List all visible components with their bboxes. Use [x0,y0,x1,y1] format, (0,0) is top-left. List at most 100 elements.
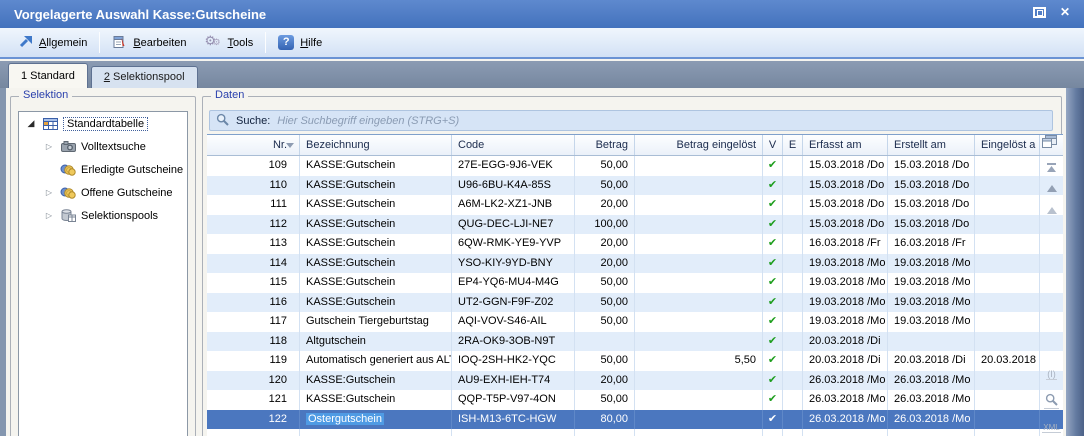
allgemein-button[interactable]: Allgemein [10,32,96,54]
column-chooser-button[interactable] [1040,135,1062,155]
tab-standard[interactable]: 1 Standard [8,63,88,88]
cell-verbucht[interactable]: ✔ [763,293,783,313]
cell-verbucht[interactable]: ✔ [763,195,783,215]
cell-code[interactable]: QUG-DEC-LJI-NE7 [452,215,575,235]
cell-betrag-eingeloest[interactable] [635,293,763,313]
cell-verbucht[interactable]: ✔ [763,332,783,352]
cell-betrag[interactable]: 80,00 [575,410,635,430]
cell-bezeichnung[interactable]: KASSE:Gutschein [300,371,452,391]
cell-betrag[interactable]: 50,00 [575,273,635,293]
cell-e[interactable] [783,332,803,352]
cell-code[interactable]: 6QW-RMK-YE9-YVP [452,234,575,254]
cell-nr[interactable]: 109 [207,156,300,176]
cell-nr[interactable]: 116 [207,293,300,313]
cell-code[interactable]: QQP-T5P-V97-4ON [452,390,575,410]
cell-erfasst-am[interactable]: 19.03.2018 /Mo [803,312,888,332]
cell-erstellt-am[interactable] [888,332,975,352]
column-header-betrag-eingeloest[interactable]: Betrag eingelöst [635,135,763,155]
cell-nr[interactable]: 114 [207,254,300,274]
cell-betrag-eingeloest[interactable] [635,332,763,352]
cell-e[interactable] [783,293,803,313]
cell-bezeichnung[interactable]: Altgutschein [300,332,452,352]
column-header-erstellt-am[interactable]: Erstellt am [888,135,975,155]
cell-code[interactable]: AU9-EXH-IEH-T74 [452,371,575,391]
table-row[interactable]: 116 KASSE:Gutschein UT2-GGN-F9F-Z02 50,0… [207,293,1063,313]
column-header-betrag[interactable]: Betrag [575,135,635,155]
cell-betrag-eingeloest[interactable] [635,312,763,332]
expander-collapsed-icon[interactable]: ▷ [43,211,55,220]
cell-betrag-eingeloest[interactable] [635,273,763,293]
cell-betrag[interactable]: 50,00 [575,351,635,371]
cell-verbucht[interactable]: ✔ [763,371,783,391]
cell-betrag-eingeloest[interactable] [635,234,763,254]
hilfe-button[interactable]: ? Hilfe [269,32,331,53]
cell-verbucht[interactable]: ✔ [763,390,783,410]
cell-verbucht[interactable]: ✔ [763,215,783,235]
cell-bezeichnung[interactable]: Gutschein Tiergeburtstag [300,312,452,332]
cell-erfasst-am[interactable]: 15.03.2018 /Do [803,156,888,176]
cell-eingeloest-am[interactable] [975,293,1040,313]
cell-verbucht[interactable]: ✔ [763,410,783,430]
cell-erstellt-am[interactable]: 26.03.2018 /Mo [888,371,975,391]
cell-verbucht[interactable]: ✔ [763,351,783,371]
cell-bezeichnung[interactable] [300,429,452,436]
cell-eingeloest-am[interactable]: 20.03.2018 [975,351,1040,371]
cell-code[interactable]: YSO-KIY-9YD-BNY [452,254,575,274]
cell-e[interactable] [783,390,803,410]
cell-erfasst-am[interactable]: 20.03.2018 /Di [803,332,888,352]
cell-eingeloest-am[interactable] [975,410,1040,430]
table-row[interactable]: 117 Gutschein Tiergeburtstag AQI-VOV-S46… [207,312,1063,332]
cell-bezeichnung[interactable]: KASSE:Gutschein [300,273,452,293]
cell-eingeloest-am[interactable] [975,371,1040,391]
cell-nr[interactable]: 110 [207,176,300,196]
cell-erfasst-am[interactable]: 19.03.2018 /Mo [803,293,888,313]
cell-verbucht[interactable] [763,429,783,436]
tab-selektionspool[interactable]: 2 Selektionspool [91,66,198,88]
cell-betrag[interactable]: 50,00 [575,312,635,332]
cell-betrag[interactable]: 20,00 [575,195,635,215]
cell-bezeichnung[interactable]: Ostergutschein [300,410,452,430]
cell-betrag[interactable]: 50,00 [575,176,635,196]
cell-bezeichnung[interactable]: Automatisch generiert aus ALT [300,351,452,371]
cell-erstellt-am[interactable]: 15.03.2018 /Do [888,215,975,235]
table-row[interactable]: 121 KASSE:Gutschein QQP-T5P-V97-4ON 50,0… [207,390,1063,410]
tree-item-volltextsuche[interactable]: ▷ Volltextsuche [19,135,187,158]
column-header-e[interactable]: E [783,135,803,155]
cell-verbucht[interactable]: ✔ [763,156,783,176]
count-tool-button[interactable]: (I) [1041,369,1062,380]
cell-betrag-eingeloest[interactable] [635,371,763,391]
cell-bezeichnung[interactable]: KASSE:Gutschein [300,234,452,254]
cell-code[interactable]: ISH-M13-6TC-HGW [452,410,575,430]
cell-erstellt-am[interactable]: 16.03.2018 /Fr [888,234,975,254]
cell-e[interactable] [783,429,803,436]
column-header-v[interactable]: V [763,135,783,155]
cell-erfasst-am[interactable]: 26.03.2018 /Mo [803,390,888,410]
cell-erstellt-am[interactable]: 15.03.2018 /Do [888,195,975,215]
expander-expanded-icon[interactable]: ◢ [25,118,37,129]
cell-nr[interactable]: 118 [207,332,300,352]
cell-erstellt-am[interactable]: 20.03.2018 /Di [888,351,975,371]
magnifier-tool-button[interactable] [1041,393,1062,409]
cell-erfasst-am[interactable]: 15.03.2018 /Do [803,215,888,235]
cell-nr[interactable]: 117 [207,312,300,332]
cell-eingeloest-am[interactable] [975,273,1040,293]
cell-erstellt-am[interactable]: 26.03.2018 /Mo [888,410,975,430]
cell-code[interactable]: 27E-EGG-9J6-VEK [452,156,575,176]
tree-item-standardtabelle[interactable]: ◢ Standardtabelle [19,112,187,135]
cell-code[interactable]: 2RA-OK9-3OB-N9T [452,332,575,352]
cell-verbucht[interactable]: ✔ [763,254,783,274]
cell-nr[interactable]: 122 [207,410,300,430]
cell-bezeichnung[interactable]: KASSE:Gutschein [300,215,452,235]
cell-e[interactable] [783,215,803,235]
tree-item-offene-gutscheine[interactable]: ▷ Offene Gutscheine [19,181,187,204]
cell-verbucht[interactable]: ✔ [763,176,783,196]
cell-betrag[interactable]: 20,00 [575,254,635,274]
cell-erstellt-am[interactable]: 19.03.2018 /Mo [888,293,975,313]
cell-e[interactable] [783,234,803,254]
cell-e[interactable] [783,410,803,430]
scroll-up-page-icon[interactable] [1041,207,1062,214]
cell-e[interactable] [783,254,803,274]
cell-eingeloest-am[interactable] [975,176,1040,196]
cell-betrag[interactable]: 20,00 [575,234,635,254]
cell-eingeloest-am[interactable] [975,429,1040,436]
